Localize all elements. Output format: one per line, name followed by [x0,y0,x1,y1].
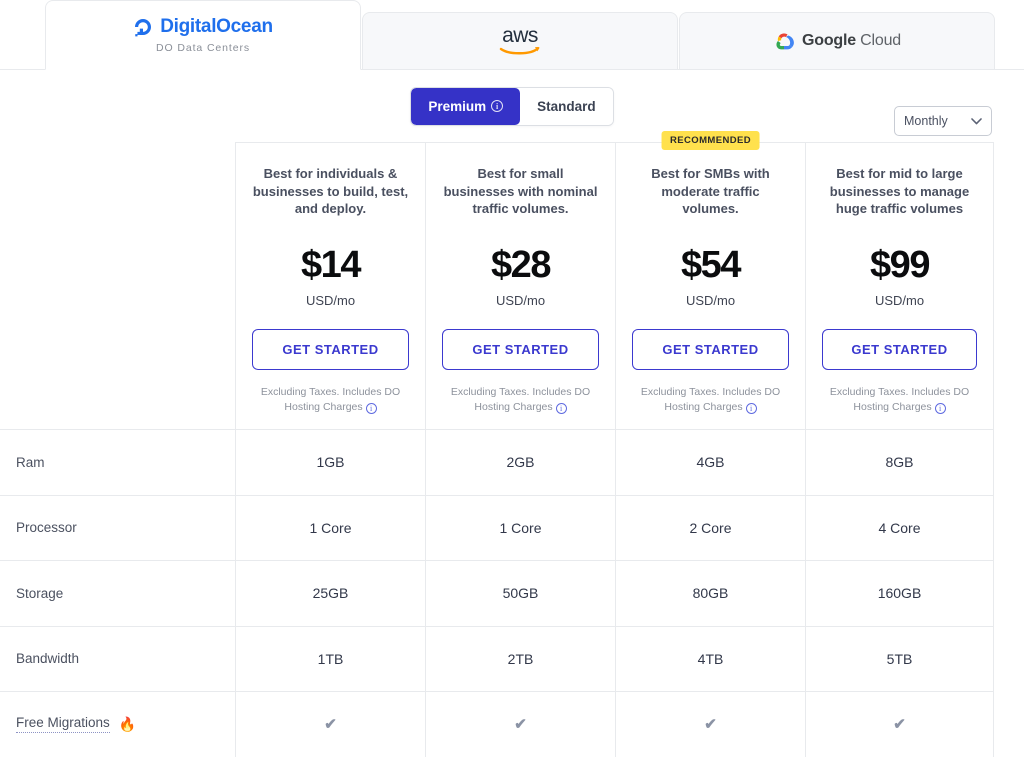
plan-description: Best for SMBs with moderate traffic volu… [651,166,770,216]
feature-value-cell: 160GB [805,560,994,626]
plan-note-text: Excluding Taxes. Includes DO Hosting Cha… [260,386,401,413]
check-icon: ✔ [324,716,337,734]
standard-toggle-button[interactable]: Standard [520,87,613,125]
feature-value-cell: 2TB [425,625,615,691]
plan-note-text: Excluding Taxes. Includes DO Hosting Cha… [829,386,970,413]
plan-note: Excluding Taxes. Includes DO Hosting Cha… [442,385,599,415]
plan-card-2: Best for small businesses with nominal t… [425,142,615,429]
feature-value-cell: 1 Core [425,494,615,560]
feature-value-cell: 4 Core [805,494,994,560]
aws-logo: aws [499,24,541,56]
plan-note: Excluding Taxes. Includes DO Hosting Cha… [822,385,977,415]
feature-label: Bandwidth [16,651,80,667]
billing-period-value: Monthly [904,114,948,128]
feature-value-cell: 2 Core [615,494,805,560]
hosting-charges-info-icon[interactable]: i [934,403,946,414]
check-icon: ✔ [704,716,717,734]
plan-price: $99 [870,244,930,286]
premium-label: Premium [428,98,487,114]
feature-label-row: Ram [0,429,235,495]
feature-label: Processor [16,520,77,536]
get-started-button[interactable]: GET STARTED [442,329,599,370]
feature-value-cell: ✔ [615,691,805,757]
feature-value-cell: 4TB [615,625,805,691]
digitalocean-wordmark: DigitalOcean [160,16,273,37]
plan-price-unit: USD/mo [685,293,736,308]
billing-period-select[interactable]: Monthly [894,106,992,136]
digitalocean-sublabel: DO Data Centers [155,42,251,54]
feature-label: Storage [16,585,64,601]
hosting-charges-info-icon[interactable]: i [745,403,757,414]
feature-label-row-free-migrations[interactable]: Free Migrations 🔥 [0,691,235,757]
tab-digitalocean[interactable]: DigitalOcean DO Data Centers [45,0,361,70]
plan-description: Best for mid to large businesses to mana… [829,166,970,216]
hosting-charges-info-icon[interactable]: i [555,403,567,414]
feature-value-cell: 1 Core [235,494,425,560]
feature-value-cell: ✔ [805,691,994,757]
plan-price-unit: USD/mo [874,293,925,308]
google-cloud-icon [776,33,794,50]
check-icon: ✔ [514,716,527,734]
feature-value-cell: 5TB [805,625,994,691]
plan-price: $54 [681,244,741,286]
feature-value-cell: ✔ [235,691,425,757]
feature-label-row: Processor [0,494,235,561]
plan-note-text: Excluding Taxes. Includes DO Hosting Cha… [640,386,781,413]
digitalocean-icon [135,19,152,37]
plan-price: $28 [491,244,551,286]
feature-value-cell: ✔ [425,691,615,757]
feature-value-cell: 80GB [615,560,805,626]
plan-price-unit: USD/mo [305,293,356,308]
fire-icon: 🔥 [118,715,137,732]
google-cloud-logo: Google Cloud [773,32,901,50]
feature-value-cell: 1GB [235,429,425,495]
tab-google-cloud[interactable]: Google Cloud [679,12,995,70]
provider-tabbar: DigitalOcean DO Data Centers aws Google … [0,0,1024,70]
feature-value-cell: 4GB [615,429,805,495]
feature-value-cell: 50GB [425,560,615,626]
plan-description: Best for small businesses with nominal t… [443,166,598,216]
feature-label: Free Migrations [16,715,110,734]
plan-price-unit: USD/mo [495,293,546,308]
aws-wordmark: aws [502,24,538,47]
get-started-button[interactable]: GET STARTED [822,329,977,370]
pricing-page: DigitalOcean DO Data Centers aws Google … [0,0,1024,757]
plan-note: Excluding Taxes. Includes DO Hosting Cha… [252,385,409,415]
google-cloud-wordmark: Google Cloud [802,32,901,50]
plan-note: Excluding Taxes. Includes DO Hosting Cha… [632,385,789,415]
controls-row: Premium i Standard [0,70,1024,142]
plan-price: $14 [301,244,361,286]
digitalocean-logo: DigitalOcean [133,16,273,38]
premium-info-icon[interactable]: i [491,100,504,112]
cloud-word: Cloud [860,32,901,49]
plan-tier-toggle[interactable]: Premium i Standard [410,86,614,126]
plan-description: Best for individuals & businesses to bui… [252,166,409,216]
get-started-button[interactable]: GET STARTED [632,329,789,370]
plan-card-1: Best for individuals & businesses to bui… [235,142,425,429]
plan-head-spacer [0,142,235,429]
hosting-charges-info-icon[interactable]: i [365,403,377,414]
feature-value-cell: 2GB [425,429,615,495]
plan-note-text: Excluding Taxes. Includes DO Hosting Cha… [450,386,591,413]
plan-card-4: Best for mid to large businesses to mana… [805,142,994,429]
premium-toggle-button[interactable]: Premium i [411,87,521,125]
feature-value-cell: 25GB [235,560,425,626]
pricing-grid: Best for individuals & businesses to bui… [0,131,1024,757]
get-started-button[interactable]: GET STARTED [252,329,409,370]
feature-value-cell: 1TB [235,625,425,691]
plan-card-3: RECOMMENDED Best for SMBs with moderate … [615,131,805,429]
google-word: Google [802,32,856,49]
chevron-down-icon [971,115,982,128]
feature-label-row: Bandwidth [0,625,235,692]
check-icon: ✔ [893,716,906,734]
feature-value-cell: 8GB [805,429,994,495]
recommended-badge: RECOMMENDED [661,131,760,150]
feature-label: Ram [16,454,45,470]
aws-swoosh-icon [499,47,540,55]
feature-label-row: Storage [0,560,235,626]
tab-aws[interactable]: aws [362,12,678,70]
